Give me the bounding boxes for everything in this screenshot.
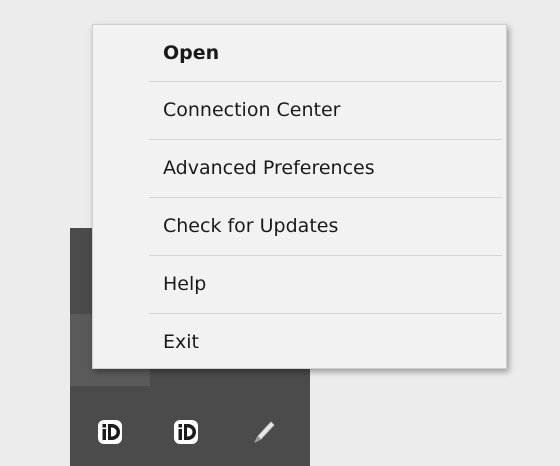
pen-icon[interactable]: [244, 412, 284, 452]
menu-item-connection-center[interactable]: Connection Center: [93, 82, 506, 138]
menu-item-exit[interactable]: Exit: [93, 314, 506, 370]
citrix-receiver-icon[interactable]: [166, 412, 206, 452]
menu-item-label: Check for Updates: [163, 215, 339, 237]
menu-item-open[interactable]: Open: [93, 25, 506, 81]
menu-item-label: Help: [163, 273, 207, 295]
menu-item-advanced-preferences[interactable]: Advanced Preferences: [93, 140, 506, 196]
menu-item-label: Open: [163, 42, 220, 64]
menu-item-help[interactable]: Help: [93, 256, 506, 312]
menu-item-check-for-updates[interactable]: Check for Updates: [93, 198, 506, 254]
tray-icons-row: [70, 412, 310, 452]
citrix-receiver-icon[interactable]: [90, 412, 130, 452]
menu-item-label: Exit: [163, 331, 199, 353]
menu-item-label: Advanced Preferences: [163, 157, 375, 179]
tray-context-menu: Open Connection Center Advanced Preferen…: [92, 24, 507, 369]
menu-item-label: Connection Center: [163, 99, 341, 121]
